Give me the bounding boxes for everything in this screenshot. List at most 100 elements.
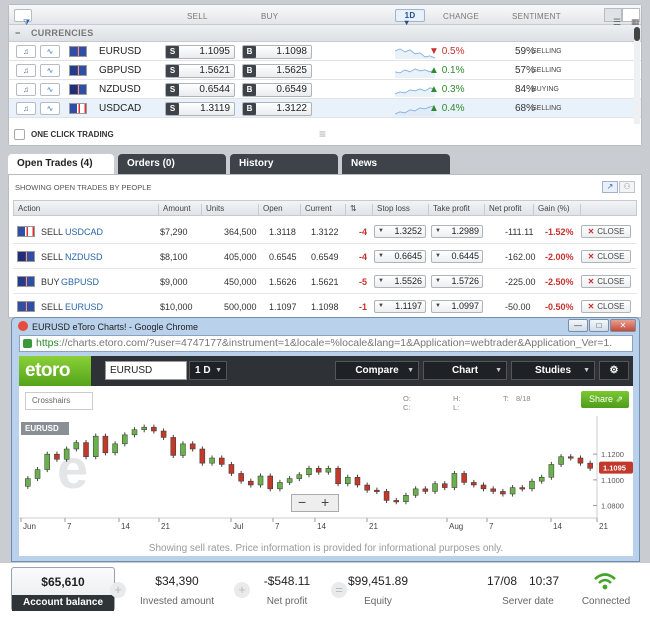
stop-loss-button[interactable]: ▼ 1.3252 — [374, 225, 426, 238]
buy-price: 1.5625 — [276, 65, 307, 76]
trade-symbol-link[interactable]: NZDUSD — [65, 252, 103, 262]
stop-loss-button[interactable]: ▼ 1.5526 — [374, 275, 426, 288]
close-trade-button[interactable]: ✕ CLOSE — [581, 300, 631, 313]
collapse-icon[interactable]: − — [15, 25, 21, 42]
chart-button[interactable]: ∿ — [40, 83, 60, 96]
market-row[interactable]: ♫ ∿ GBPUSD S 1.5621 B 1.5625 ▲ 0.1% 57% SE… — [9, 61, 641, 80]
close-trade-button[interactable]: ✕ CLOSE — [581, 275, 631, 288]
take-profit-button[interactable]: ▼ 0.6445 — [431, 250, 483, 263]
net-profit-value: -$548.11 — [263, 574, 311, 588]
period-dropdown[interactable]: 1 D ▼ — [189, 361, 227, 380]
alert-button[interactable]: ♫ — [16, 102, 36, 115]
tab-history[interactable]: History — [230, 154, 338, 174]
sell-button[interactable]: S 1.3119 — [165, 102, 235, 116]
chart-area[interactable]: Crosshairs O: C: H: L: T: 8/18 Share ⇗ e… — [19, 386, 633, 556]
change-text: 0.4% — [441, 103, 465, 114]
sell-button[interactable]: S 1.1095 — [165, 45, 235, 59]
balance-value: $65,610 — [41, 575, 85, 589]
trade-row[interactable]: SELL USDCAD $7,290 364,500 1.3118 1.3122… — [13, 219, 637, 244]
zoom-out-icon[interactable]: − — [298, 494, 306, 510]
trade-row[interactable]: SELL EURUSD $10,000 500,000 1.1097 1.109… — [13, 294, 637, 319]
y-tick-label: 1.0800 — [601, 502, 624, 511]
tab-open-trades[interactable]: Open Trades (4) — [8, 154, 114, 174]
close-trade-button[interactable]: ✕ CLOSE — [581, 225, 631, 238]
account-balance-widget[interactable]: $65,610 Account balance — [11, 567, 115, 611]
market-row[interactable]: ♫ ∿ EURUSD S 1.1095 B 1.1098 ▼ 0.5% 59% SE… — [9, 42, 641, 61]
grid-view-button[interactable]: ▦ — [622, 8, 640, 27]
trade-symbol-link[interactable]: USDCAD — [65, 227, 103, 237]
market-row[interactable]: ♫ ∿ USDCAD S 1.3119 B 1.3122 ▲ 0.4% 68% SE… — [9, 99, 641, 118]
zoom-control[interactable]: − + — [291, 494, 339, 512]
crosshairs-dropdown[interactable]: Crosshairs — [25, 392, 93, 410]
col-sort-icon[interactable]: ⇅ — [345, 204, 357, 216]
take-profit-button[interactable]: ▼ 1.5726 — [431, 275, 483, 288]
market-row[interactable]: ♫ ∿ NZDUSD S 0.6544 B 0.6549 ▲ 0.3% 84% BU… — [9, 80, 641, 99]
share-button[interactable]: Share ⇗ — [581, 391, 629, 408]
stop-loss-button[interactable]: ▼ 1.1197 — [374, 300, 426, 313]
buy-button[interactable]: B 0.6549 — [242, 83, 312, 97]
candle — [383, 491, 390, 501]
candle — [538, 477, 545, 482]
arrow-up-icon: ▲ — [429, 65, 439, 76]
chart-button[interactable]: ∿ — [40, 102, 60, 115]
ohlc-open: O: — [403, 394, 411, 403]
buy-button[interactable]: B 1.5625 — [242, 64, 312, 78]
chart-menu[interactable]: Chart ▼ — [423, 361, 507, 380]
instrument-input[interactable]: EURUSD — [105, 361, 187, 380]
ohlc-time-value: 8/18 — [516, 394, 531, 403]
settings-button[interactable]: ⚙ — [599, 361, 629, 380]
maximize-button[interactable]: □ — [589, 319, 609, 332]
sentiment-label: BUYING — [532, 86, 559, 93]
chart-popup-window[interactable]: EURUSD eToro Charts! - Google Chrome — □… — [11, 317, 640, 562]
buy-column-header: BUY — [261, 12, 279, 21]
tab-orders[interactable]: Orders (0) — [118, 154, 226, 174]
sell-button[interactable]: S 0.6544 — [165, 83, 235, 97]
chart-button[interactable]: ∿ — [40, 45, 60, 58]
candle — [587, 462, 593, 469]
chart-button[interactable]: ∿ — [40, 64, 60, 77]
chart-view-button[interactable]: ↗ — [602, 181, 618, 193]
buy-button[interactable]: B 1.3122 — [242, 102, 312, 116]
studies-menu[interactable]: Studies ▼ — [511, 361, 595, 380]
take-profit-button[interactable]: ▼ 1.2989 — [431, 225, 483, 238]
stop-loss-button[interactable]: ▼ 0.6645 — [374, 250, 426, 263]
buy-button[interactable]: B 1.1098 — [242, 45, 312, 59]
trade-symbol-link[interactable]: EURUSD — [65, 302, 103, 312]
filter-button[interactable]: ⧩ — [14, 9, 32, 27]
address-bar[interactable]: https://charts.etoro.com/?user=4747177&i… — [19, 335, 633, 352]
trade-symbol-link[interactable]: GBPUSD — [61, 277, 99, 287]
chart-line-icon: ∿ — [46, 66, 54, 75]
alert-button[interactable]: ♫ — [16, 83, 36, 96]
zoom-in-icon[interactable]: + — [321, 494, 329, 510]
stop-loss-value: 1.5526 — [394, 276, 422, 286]
list-view-button[interactable]: ☰ — [604, 8, 622, 27]
candlestick-chart[interactable]: e 1.12001.10001.08001.1095Jun 7 14 21 Jul 7 14… — [19, 416, 633, 541]
resize-handle-icon[interactable]: ≡ — [319, 127, 326, 141]
change-text: 0.1% — [441, 65, 465, 76]
balance-label: Account balance — [12, 595, 114, 611]
candle — [577, 457, 584, 464]
trade-row[interactable]: BUY GBPUSD $9,000 450,000 1.5626 1.5621 … — [13, 269, 637, 294]
markets-scrollbar[interactable] — [634, 27, 640, 127]
arrow-down-icon: ▼ — [429, 46, 439, 57]
close-trade-button[interactable]: ✕ CLOSE — [581, 250, 631, 263]
sell-price: 1.1095 — [199, 46, 230, 57]
take-profit-button[interactable]: ▼ 1.0997 — [431, 300, 483, 313]
alert-button[interactable]: ♫ — [16, 45, 36, 58]
sell-button[interactable]: S 1.5621 — [165, 64, 235, 78]
currencies-section[interactable]: − CURRENCIES — [9, 25, 641, 42]
scrollbar-thumb[interactable] — [634, 27, 640, 41]
x-tick-label: 14 — [121, 522, 130, 531]
one-click-checkbox[interactable] — [14, 129, 25, 140]
trade-row[interactable]: SELL NZDUSD $8,100 405,000 0.6545 0.6549… — [13, 244, 637, 269]
close-window-button[interactable]: ✕ — [610, 319, 636, 332]
trade-net-profit: -50.00 — [505, 302, 531, 312]
sell-price: 1.3119 — [200, 103, 230, 114]
compare-menu[interactable]: Compare ▼ — [335, 361, 419, 380]
minimize-button[interactable]: — — [568, 319, 588, 332]
candle — [519, 487, 526, 490]
tab-news[interactable]: News — [342, 154, 450, 174]
alert-button[interactable]: ♫ — [16, 64, 36, 77]
period-selector[interactable]: ▾ 1D — [395, 9, 425, 27]
people-view-button[interactable]: ⚇ — [619, 181, 635, 193]
